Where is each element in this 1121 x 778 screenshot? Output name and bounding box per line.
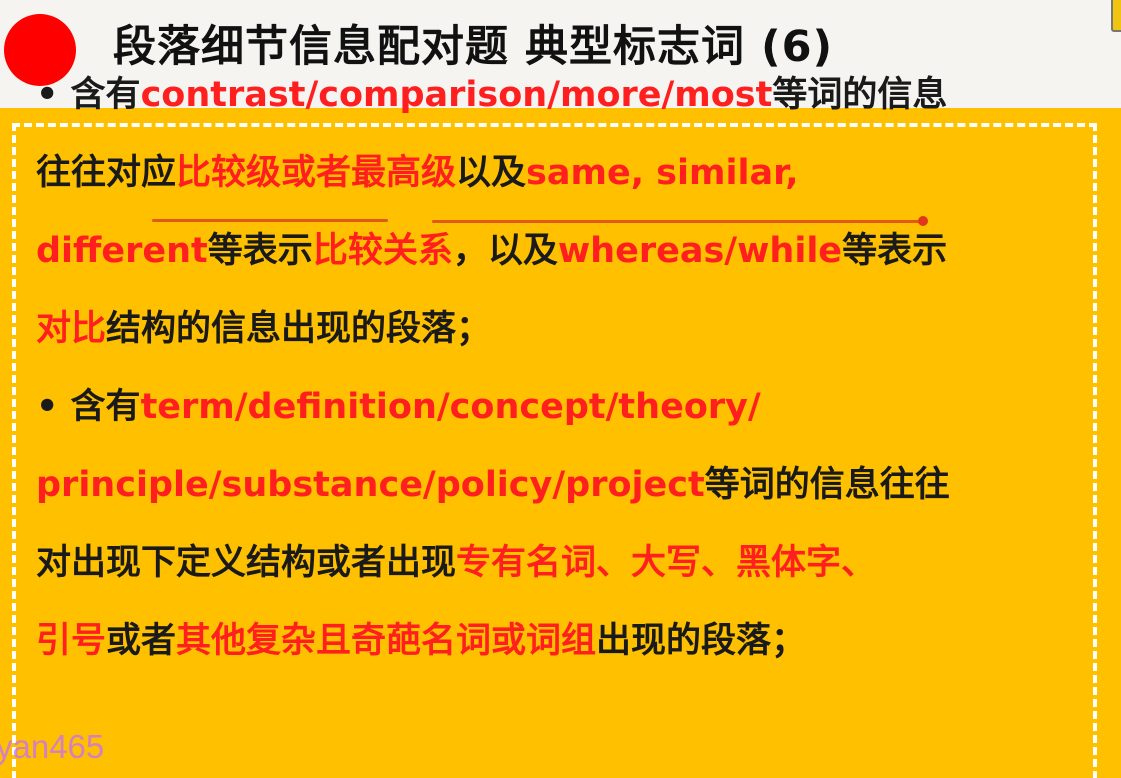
keyword-red: 引号 bbox=[36, 621, 107, 661]
keyword-red: term/definition/concept/theory/ bbox=[140, 387, 761, 427]
keyword-red: same, similar, bbox=[526, 153, 799, 193]
body-text: 等表示 bbox=[207, 231, 313, 271]
body-text: 出现的段落； bbox=[596, 621, 807, 661]
text-line: 对出现下定义结构或者出现专有名词、大写、黑体字、 bbox=[36, 524, 1106, 602]
corner-tab-icon bbox=[1111, 0, 1121, 32]
body-text: ，以及 bbox=[452, 231, 558, 271]
body-text: 等表示 bbox=[842, 231, 948, 271]
keyword-red: whereas/while bbox=[557, 231, 843, 271]
bullet-text: • 含有 bbox=[36, 387, 141, 427]
keyword-red: different bbox=[36, 231, 208, 271]
text-line: principle/substance/policy/project等词的信息往… bbox=[36, 446, 1106, 524]
screen: 段落细节信息配对题 典型标志词 (6) • 含有contrast/compari… bbox=[0, 0, 1121, 778]
body-text: 或者 bbox=[106, 621, 177, 661]
keyword-red: 比较级或者最高级 bbox=[176, 153, 457, 193]
text-line: 往往对应比较级或者最高级以及same, similar, bbox=[36, 134, 1106, 212]
body-text: 对出现下定义结构或者出现 bbox=[36, 543, 457, 583]
bullet-text: • 含有 bbox=[36, 75, 141, 115]
keyword-red: 其他复杂且奇葩名词或词组 bbox=[176, 621, 597, 661]
body-text: 以及 bbox=[456, 153, 527, 193]
body-text: 等词的信息往往 bbox=[704, 465, 950, 505]
text-line: 对比结构的信息出现的段落； bbox=[36, 290, 1106, 368]
keyword-red: 对比 bbox=[36, 309, 107, 349]
keyword-red: 比较关系 bbox=[312, 231, 453, 271]
keyword-red: principle/substance/policy/project bbox=[36, 465, 705, 505]
text-line: different等表示比较关系，以及whereas/while等表示 bbox=[36, 212, 1106, 290]
watermark: yan465 bbox=[0, 728, 105, 765]
text-line: 引号或者其他复杂且奇葩名词或词组出现的段落； bbox=[36, 602, 1106, 680]
text-line: • 含有term/definition/concept/theory/ bbox=[36, 368, 1106, 446]
keyword-red: 专有名词、大写、黑体字、 bbox=[456, 543, 877, 583]
body-text: 结构的信息出现的段落； bbox=[106, 309, 492, 349]
body-text: 往往对应 bbox=[36, 153, 177, 193]
keyword-red: contrast/comparison/more/most bbox=[140, 75, 773, 115]
slide-text: • 含有contrast/comparison/more/most等词的信息 往… bbox=[36, 56, 1106, 680]
body-text: 等词的信息 bbox=[772, 75, 948, 115]
text-line: • 含有contrast/comparison/more/most等词的信息 bbox=[36, 56, 1106, 134]
